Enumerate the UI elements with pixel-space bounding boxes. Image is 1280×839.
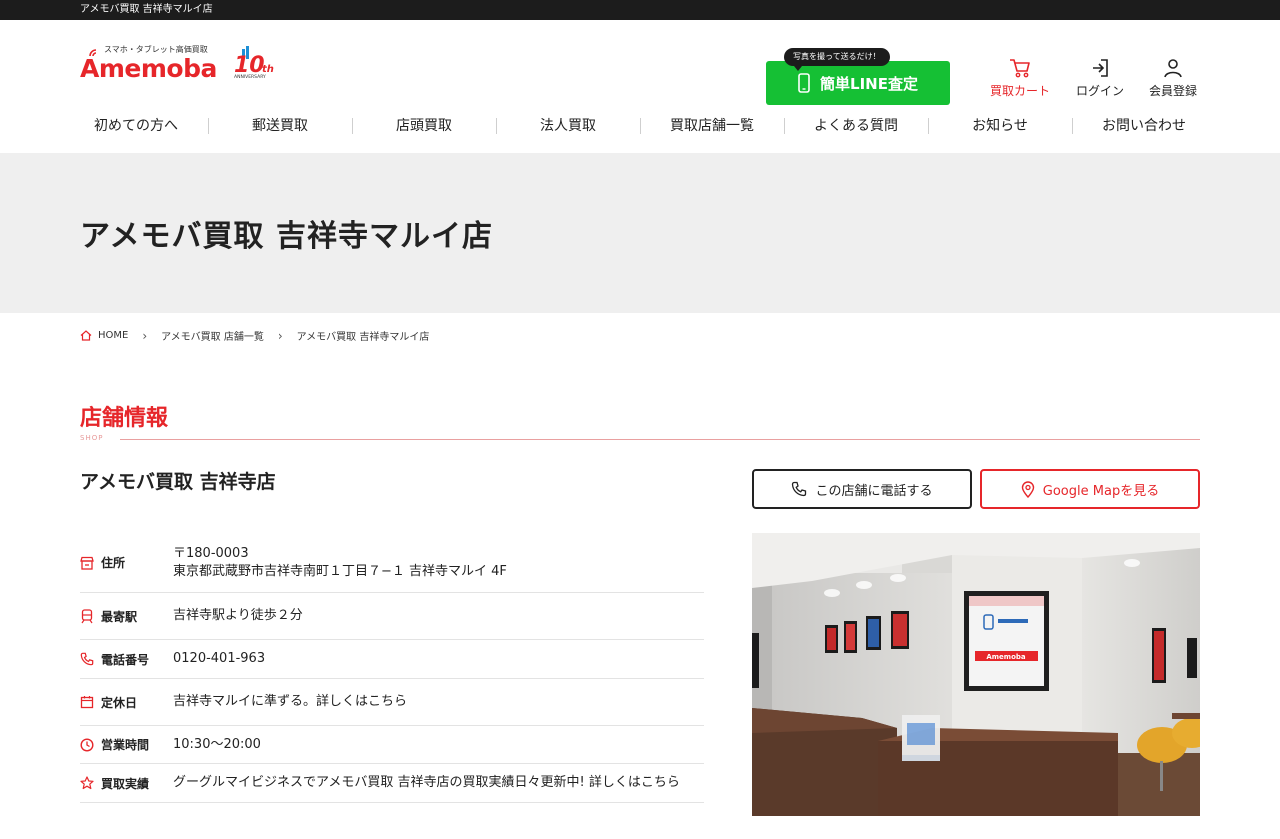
nav-store-list[interactable]: 買取店舗一覧 xyxy=(640,104,784,148)
home-icon xyxy=(80,330,92,341)
anniversary-label: ANNIVERSARY xyxy=(234,74,266,80)
nav-mail-purchase[interactable]: 郵送買取 xyxy=(208,104,352,148)
phone-icon xyxy=(80,652,94,666)
breadcrumb-current: アメモバ買取 吉祥寺マルイ店 xyxy=(296,332,430,343)
cart-link[interactable]: 買取カート xyxy=(985,58,1055,99)
info-label-phone: 電話番号 xyxy=(101,652,150,667)
user-icon xyxy=(1164,59,1182,78)
info-value-address: 東京都武蔵野市吉祥寺南町１丁目７−１ 吉祥寺マルイ 4F xyxy=(173,563,507,579)
nav-contact[interactable]: お問い合わせ xyxy=(1072,104,1216,148)
info-value-hours: 10:30〜20:00 xyxy=(173,736,261,752)
nav-faq[interactable]: よくある質問 xyxy=(784,104,928,148)
section-divider xyxy=(120,439,1200,440)
info-value-holiday[interactable]: 吉祥寺マルイに準ずる。詳しくはこちら xyxy=(173,693,704,711)
info-value-results[interactable]: グーグルマイビジネスでアメモバ買取 吉祥寺店の買取実績日々更新中! 詳しくはこち… xyxy=(173,774,704,792)
login-icon xyxy=(1093,59,1108,77)
nav-store-purchase[interactable]: 店頭買取 xyxy=(352,104,496,148)
line-button-label: 簡単LINE査定 xyxy=(820,74,918,93)
logo-brand: Amemoba xyxy=(80,54,217,83)
train-icon xyxy=(81,608,93,623)
anniversary-suffix: th xyxy=(262,64,274,75)
line-bubble: 写真を撮って送るだけ！ xyxy=(784,48,890,71)
chevron-right-icon: › xyxy=(142,328,148,343)
section-title: 店舗情報 xyxy=(80,406,169,431)
site-logo[interactable]: スマホ・タブレット高価買取 Amemoba 10 th ANNIVERSARY xyxy=(80,44,280,104)
info-value-station: 吉祥寺駅より徒歩２分 xyxy=(173,608,303,623)
info-value-postal: 〒180-0003 xyxy=(173,545,249,561)
cart-icon xyxy=(1010,59,1030,78)
info-row-hours: 営業時間 10:30〜20:00 xyxy=(80,726,704,764)
site-header: スマホ・タブレット高価買取 Amemoba 10 th ANNIVERSARY … xyxy=(0,20,1280,106)
info-label-station: 最寄駅 xyxy=(101,609,138,624)
page-title: アメモバ買取 吉祥寺マルイ店 xyxy=(80,219,493,254)
info-row-address: 住所 〒180-0003 東京都武蔵野市吉祥寺南町１丁目７−１ 吉祥寺マルイ 4… xyxy=(80,533,704,593)
call-store-label: この店舗に電話する xyxy=(815,483,933,499)
calendar-icon xyxy=(80,696,94,709)
info-label-address: 住所 xyxy=(101,556,126,570)
breadcrumb-store-list[interactable]: アメモバ買取 店舗一覧 xyxy=(161,328,264,343)
breadcrumb-home[interactable]: HOME xyxy=(80,330,128,341)
cart-label: 買取カート xyxy=(989,84,1050,98)
register-link[interactable]: 会員登録 xyxy=(1138,58,1208,99)
info-label-holiday: 定休日 xyxy=(101,695,138,710)
chevron-right-icon: › xyxy=(277,328,283,343)
nav-first-time[interactable]: 初めての方へ xyxy=(64,104,208,148)
store-photo: Amemoba xyxy=(752,533,1200,816)
call-store-button[interactable]: この店舗に電話する xyxy=(752,469,972,509)
phone-icon xyxy=(792,481,807,497)
shop-icon xyxy=(80,556,94,570)
info-row-phone: 電話番号 0120-401-963 xyxy=(80,640,704,679)
store-info-table: 住所 〒180-0003 東京都武蔵野市吉祥寺南町１丁目７−１ 吉祥寺マルイ 4… xyxy=(80,533,704,803)
top-bar: アメモバ買取 吉祥寺マルイ店 xyxy=(0,0,1280,20)
info-label-hours: 営業時間 xyxy=(101,738,150,752)
store-name: アメモバ買取 吉祥寺店 xyxy=(80,471,276,493)
clock-icon xyxy=(80,737,94,752)
login-link[interactable]: ログイン xyxy=(1065,58,1135,99)
nav-news[interactable]: お知らせ xyxy=(928,104,1072,148)
poster-brand: Amemoba xyxy=(986,653,1026,661)
info-row-station: 最寄駅 吉祥寺駅より徒歩２分 xyxy=(80,593,704,640)
anniversary-badge: 10 th ANNIVERSARY xyxy=(234,46,274,80)
google-map-button[interactable]: Google Mapを見る xyxy=(980,469,1200,509)
google-map-label: Google Mapを見る xyxy=(1042,483,1160,499)
breadcrumb: HOME › アメモバ買取 店舗一覧 › アメモバ買取 吉祥寺マルイ店 xyxy=(80,328,429,343)
main-nav: 初めての方へ 郵送買取 店頭買取 法人買取 買取店舗一覧 よくある質問 お知らせ… xyxy=(64,104,1216,148)
info-row-holiday: 定休日 吉祥寺マルイに準ずる。詳しくはこちら xyxy=(80,679,704,726)
smartphone-icon xyxy=(798,73,810,93)
info-row-results: 買取実績 グーグルマイビジネスでアメモバ買取 吉祥寺店の買取実績日々更新中! 詳… xyxy=(80,764,704,803)
login-label: ログイン xyxy=(1075,84,1124,98)
info-value-phone[interactable]: 0120-401-963 xyxy=(173,650,704,668)
breadcrumb-home-label: HOME xyxy=(98,330,129,341)
map-pin-icon xyxy=(1021,480,1034,498)
page-hero: アメモバ買取 吉祥寺マルイ店 xyxy=(0,153,1280,313)
section-subtitle: SHOP xyxy=(80,434,104,442)
line-assessment: 写真を撮って送るだけ！ 簡単LINE査定 xyxy=(766,48,950,106)
register-label: 会員登録 xyxy=(1148,84,1197,98)
store-interior-image: Amemoba xyxy=(752,533,1200,816)
star-icon xyxy=(80,776,94,790)
nav-corporate[interactable]: 法人買取 xyxy=(496,104,640,148)
info-label-results: 買取実績 xyxy=(101,776,150,791)
